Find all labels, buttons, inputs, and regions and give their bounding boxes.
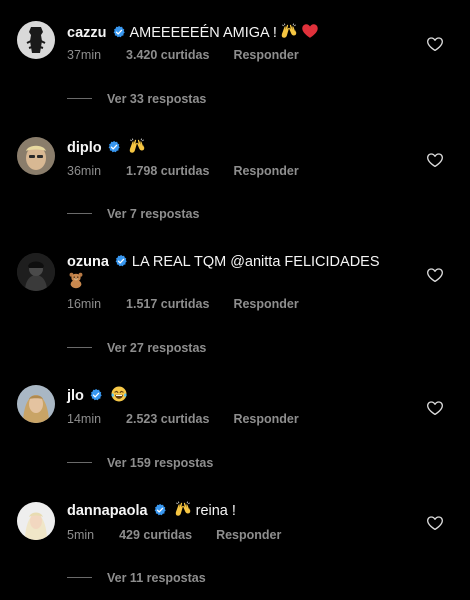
reply-button[interactable]: Responder — [233, 296, 298, 312]
avatar[interactable] — [17, 253, 55, 291]
like-heart-icon[interactable] — [426, 151, 444, 169]
replies-divider — [67, 577, 92, 578]
view-replies-label: Ver 7 respostas — [107, 207, 200, 221]
comment-text: AMEEEEEÉN AMIGA ! — [129, 25, 277, 41]
reply-button[interactable]: Responder — [233, 163, 298, 179]
comment-text: reina ! — [195, 503, 236, 519]
like-heart-icon[interactable] — [426, 514, 444, 532]
comment-time: 5min — [67, 528, 95, 542]
comment-time: 37min — [67, 48, 102, 62]
verified-badge-icon — [114, 254, 128, 268]
reply-button[interactable]: Responder — [233, 411, 298, 427]
like-heart-icon[interactable] — [426, 399, 444, 417]
comment-text: LA REAL TQM @anitta FELICIDADES — [131, 254, 380, 270]
replies-divider — [67, 213, 92, 214]
like-heart-icon[interactable] — [426, 266, 444, 284]
likes-count[interactable]: 2.523 curtidas — [126, 411, 209, 427]
comment-time: 14min — [67, 412, 102, 426]
view-replies-button[interactable]: Ver 27 respostas — [67, 340, 206, 356]
avatar[interactable] — [17, 21, 55, 59]
avatar[interactable] — [17, 137, 55, 175]
view-replies-button[interactable]: Ver 7 respostas — [67, 206, 199, 222]
username[interactable]: jlo — [67, 388, 84, 404]
verified-badge-icon — [112, 25, 126, 39]
red-heart-icon — [301, 22, 319, 40]
reply-button[interactable]: Responder — [216, 527, 281, 543]
avatar[interactable] — [17, 502, 55, 540]
view-replies-label: Ver 159 respostas — [107, 456, 214, 470]
view-replies-label: Ver 33 respostas — [107, 92, 207, 106]
likes-count[interactable]: 1.517 curtidas — [126, 296, 209, 312]
raising-hands-icon — [280, 22, 298, 40]
username[interactable]: cazzu — [67, 25, 107, 41]
view-replies-button[interactable]: Ver 159 respostas — [67, 455, 213, 471]
tears-of-joy-icon — [110, 385, 128, 403]
likes-count[interactable]: 3.420 curtidas — [126, 47, 209, 63]
teddy-bear-icon — [67, 271, 85, 289]
comment-time: 16min — [67, 297, 102, 311]
likes-count[interactable]: 1.798 curtidas — [126, 163, 209, 179]
likes-count[interactable]: 429 curtidas — [119, 527, 192, 543]
username[interactable]: ozuna — [67, 254, 109, 270]
verified-badge-icon — [153, 503, 167, 517]
verified-badge-icon — [89, 388, 103, 402]
reply-button[interactable]: Responder — [233, 47, 298, 63]
username[interactable]: diplo — [67, 140, 102, 156]
replies-divider — [67, 98, 92, 99]
avatar[interactable] — [17, 385, 55, 423]
raising-hands-icon — [174, 500, 192, 518]
verified-badge-icon — [107, 140, 121, 154]
view-replies-label: Ver 11 respostas — [107, 571, 206, 585]
replies-divider — [67, 347, 92, 348]
comment-time: 36min — [67, 164, 102, 178]
view-replies-label: Ver 27 respostas — [107, 341, 207, 355]
replies-divider — [67, 462, 92, 463]
username[interactable]: dannapaola — [67, 503, 148, 519]
raising-hands-icon — [128, 137, 146, 155]
like-heart-icon[interactable] — [426, 35, 444, 53]
view-replies-button[interactable]: Ver 33 respostas — [67, 91, 206, 107]
view-replies-button[interactable]: Ver 11 respostas — [67, 570, 206, 586]
